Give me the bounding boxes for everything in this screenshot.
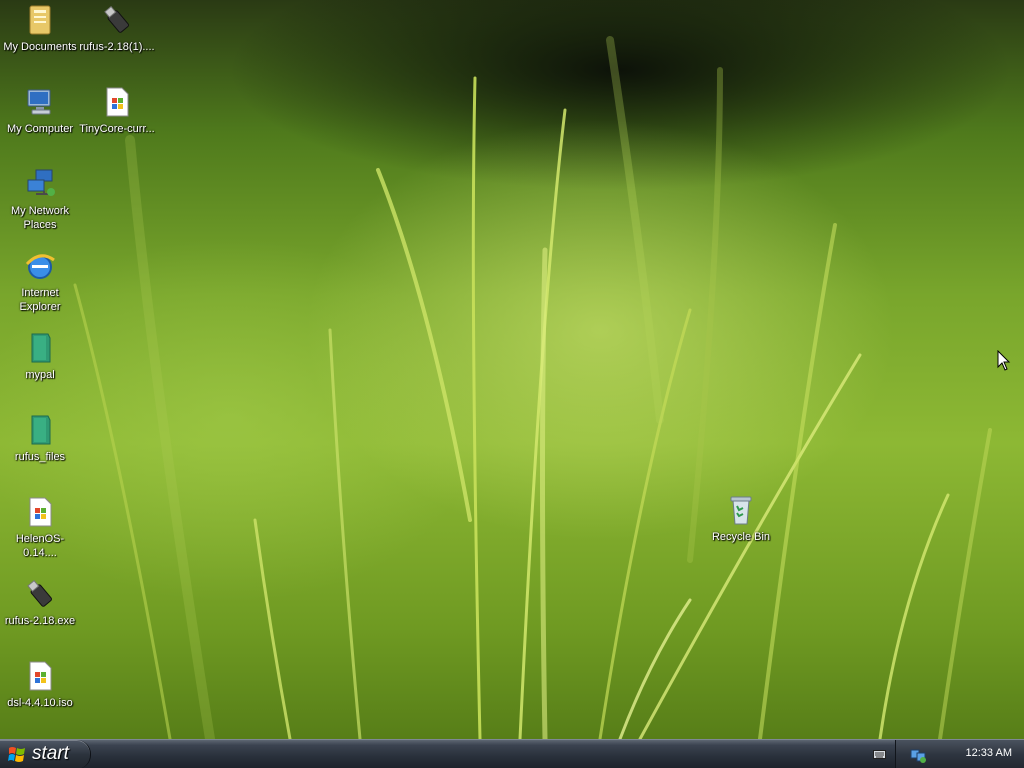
iso-file-icon <box>29 497 52 527</box>
desktop-icon-my-network-places[interactable]: My Network Places <box>0 168 80 232</box>
start-label: start <box>32 743 69 764</box>
desktop-icon-rufus-copy[interactable]: rufus-2.18(1).... <box>77 4 157 54</box>
taskbar: start 12:33 AM <box>0 739 1024 768</box>
usb-drive-icon <box>104 5 129 33</box>
desktop-icon-label: HelenOS-0.14.... <box>15 533 65 559</box>
desktop-icon-mypal[interactable]: mypal <box>0 332 80 382</box>
desktop-icon-label: Internet Explorer <box>19 287 61 313</box>
system-tray: 12:33 AM <box>895 740 1024 768</box>
my-documents-folder-icon <box>29 5 51 35</box>
desktop-icon-label: rufus_files <box>14 451 66 463</box>
desktop-icon-label: rufus-2.18.exe <box>4 615 76 627</box>
green-folder-icon <box>31 415 51 445</box>
desktop-icon-internet-explorer[interactable]: Internet Explorer <box>0 250 80 314</box>
windows-flag-icon <box>8 747 25 762</box>
desktop-icon-label: My Network Places <box>10 205 70 231</box>
desktop-icon-tinycore[interactable]: TinyCore-curr... <box>77 86 157 136</box>
mouse-cursor-icon <box>997 350 1011 371</box>
desktop-icon-my-documents[interactable]: My Documents <box>0 4 80 54</box>
desktop-icon-label: My Computer <box>6 123 74 135</box>
iso-file-icon <box>29 661 52 691</box>
desktop-icon-recycle-bin[interactable]: Recycle Bin <box>701 494 781 544</box>
desktop-icon-label: My Documents <box>3 41 77 53</box>
desktop-icon-label: Recycle Bin <box>711 531 771 543</box>
iso-file-icon <box>106 87 129 117</box>
desktop-icon-label: TinyCore-curr... <box>79 123 155 135</box>
taskbar-clock[interactable]: 12:33 AM <box>966 747 1012 759</box>
recycle-bin-icon <box>730 496 752 525</box>
start-button[interactable]: start <box>0 740 91 768</box>
desktop-icon-my-computer[interactable]: My Computer <box>0 86 80 136</box>
desktop-icon-dsl-iso[interactable]: dsl-4.4.10.iso <box>0 660 80 710</box>
green-folder-icon <box>31 333 51 363</box>
usb-drive-icon <box>27 579 52 607</box>
desktop-icon-label: dsl-4.4.10.iso <box>7 697 73 709</box>
my-computer-icon <box>27 89 51 115</box>
internet-explorer-icon <box>25 254 55 279</box>
keyboard-language-icon[interactable] <box>873 750 886 759</box>
network-status-icon[interactable] <box>910 747 926 763</box>
network-places-icon <box>27 169 55 196</box>
desktop-icon-label: mypal <box>25 369 55 381</box>
desktop-icon-rufus-files[interactable]: rufus_files <box>0 414 80 464</box>
desktop-icon-helenos[interactable]: HelenOS-0.14.... <box>0 496 80 560</box>
desktop-icon-rufus-exe[interactable]: rufus-2.18.exe <box>0 578 80 628</box>
desktop-wallpaper: My Documents My Computer My Network Plac… <box>0 0 1024 739</box>
desktop-icon-label: rufus-2.18(1).... <box>79 41 155 53</box>
